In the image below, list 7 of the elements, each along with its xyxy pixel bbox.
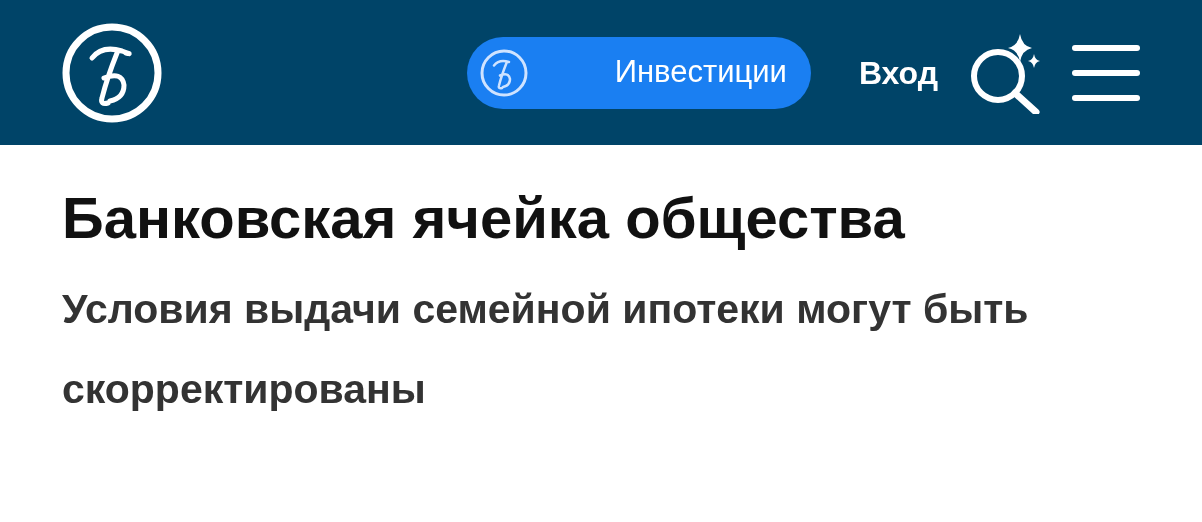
article-title: Банковская ячейка общества — [62, 184, 906, 252]
logo-icon — [478, 47, 529, 98]
investments-button[interactable]: Инвестиции — [466, 36, 811, 109]
article-subtitle: Условия выдачи семейной ипотеки могут быть скорректированы — [62, 284, 1030, 414]
logo-icon[interactable] — [62, 22, 162, 123]
menu-icon[interactable] — [1072, 42, 1140, 103]
login-link[interactable]: Вход — [858, 48, 938, 97]
